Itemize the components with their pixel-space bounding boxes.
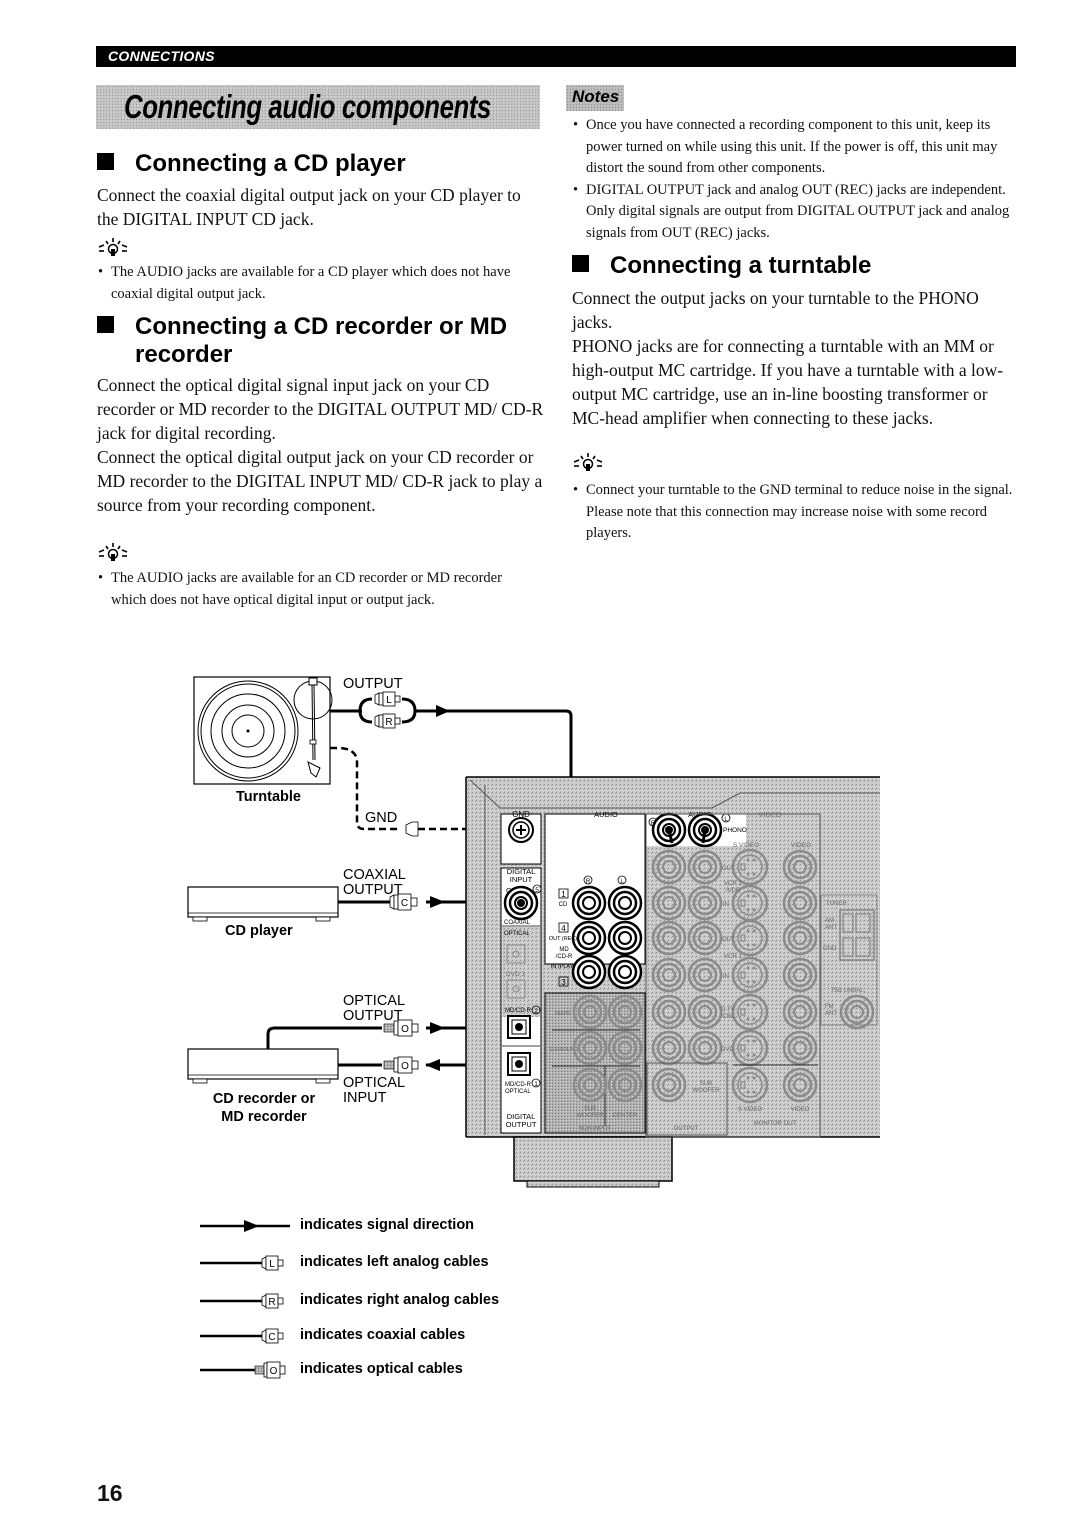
svg-text:IN (PLAY): IN (PLAY) — [551, 964, 576, 970]
svg-text:OPTICAL: OPTICAL — [505, 1089, 531, 1095]
svg-text:INPUT: INPUT — [510, 875, 533, 884]
connection-diagram: L R C O O GND DIGITAL INPUT 5 COAXIAL OP… — [187, 676, 880, 1379]
svg-text:WOOFER: WOOFER — [577, 1113, 605, 1119]
svg-text:AUDIO: AUDIO — [594, 810, 618, 819]
svg-text:OUT (REC): OUT (REC) — [549, 936, 577, 942]
svg-text:MD/CD-R: MD/CD-R — [505, 1082, 532, 1088]
svg-text:D.TV: D.TV — [721, 1007, 735, 1013]
svg-text:DVD: DVD — [721, 1047, 734, 1053]
svg-text:WOOFER: WOOFER — [693, 1088, 721, 1094]
svg-text:/CBL: /CBL — [721, 1014, 735, 1020]
legend-left-analog-plug-icon: L — [200, 1255, 284, 1271]
optical-output-label: OPTICAL OUTPUT — [343, 993, 406, 1024]
svg-text:ANT: ANT — [825, 1011, 837, 1017]
svg-text:MD/CD-R: MD/CD-R — [505, 1008, 532, 1014]
turntable-device — [193, 676, 333, 785]
cd-recorder-device — [187, 1022, 500, 1084]
svg-text:PHONO: PHONO — [723, 827, 747, 834]
svg-text:CD: CD — [559, 902, 568, 908]
cd-player-label: CD player — [225, 923, 293, 939]
svg-text:MAIN: MAIN — [555, 1011, 570, 1017]
plug-letter-o: O — [401, 1024, 409, 1035]
coaxial-output-label: COAXIAL OUTPUT — [343, 867, 406, 898]
svg-text:TUNER: TUNER — [826, 901, 847, 907]
svg-text:OUTPUT: OUTPUT — [674, 1126, 699, 1132]
svg-text:5: 5 — [535, 887, 539, 894]
gnd-label: GND — [365, 810, 398, 826]
turntable-label: Turntable — [236, 789, 301, 805]
legend-signal-direction-arrow-icon — [200, 1220, 290, 1232]
optical-plug-icon: O — [383, 1056, 419, 1074]
svg-text:OUTPUT: OUTPUT — [506, 1120, 537, 1129]
svg-text:OUT: OUT — [722, 937, 735, 943]
svg-text:IN: IN — [723, 974, 729, 980]
svg-text:1: 1 — [534, 1081, 538, 1088]
svg-text:DVD 3: DVD 3 — [506, 971, 526, 978]
plug-letter-r: R — [385, 717, 392, 728]
optical-input-label: OPTICAL INPUT — [343, 1075, 406, 1106]
svg-text:GND: GND — [823, 946, 837, 952]
svg-text:1: 1 — [561, 890, 566, 899]
svg-text:4: 4 — [561, 924, 566, 933]
svg-text:MD: MD — [559, 947, 569, 953]
svg-text:OUT: OUT — [722, 866, 735, 872]
page-number: 16 — [97, 1480, 123, 1506]
svg-text:R: R — [268, 1297, 275, 1308]
svg-text:ANT: ANT — [825, 925, 837, 931]
svg-text:S VIDEO: S VIDEO — [733, 842, 759, 849]
svg-text:S VIDEO: S VIDEO — [738, 1107, 763, 1113]
svg-text:3: 3 — [561, 978, 566, 987]
legend-left-analog: indicates left analog cables — [300, 1254, 489, 1270]
right-analog-plug-icon: R — [374, 713, 401, 729]
svg-text:MONITOR OUT: MONITOR OUT — [754, 1121, 797, 1127]
legend-right-analog-plug-icon: R — [200, 1293, 284, 1309]
left-analog-plug-icon: L — [374, 691, 401, 707]
cd-recorder-label: CD recorder or MD recorder — [212, 1091, 316, 1125]
svg-text:75Ω UNBAL.: 75Ω UNBAL. — [831, 988, 866, 994]
svg-text:/CD-R: /CD-R — [556, 954, 573, 960]
svg-text:VCR 1: VCR 1 — [724, 954, 742, 960]
svg-text:L: L — [269, 1259, 275, 1270]
legend-signal-direction: indicates signal direction — [300, 1217, 475, 1233]
svg-text:6CH INPUT: 6CH INPUT — [579, 1126, 611, 1132]
plug-letter-l: L — [386, 695, 392, 706]
svg-text:SUB: SUB — [584, 1106, 596, 1112]
svg-text:FM: FM — [825, 1004, 834, 1010]
svg-text:R: R — [586, 879, 591, 885]
svg-text:AM: AM — [825, 918, 834, 924]
legend-optical: indicates optical cables — [300, 1361, 463, 1377]
svg-text:VCR 2: VCR 2 — [724, 881, 742, 887]
svg-text:C: C — [268, 1332, 275, 1343]
svg-text:COAXIAL: COAXIAL — [504, 920, 531, 926]
svg-text:O: O — [270, 1366, 278, 1377]
svg-text:2: 2 — [534, 1008, 538, 1015]
turntable-output-label: OUTPUT — [343, 676, 403, 692]
legend-right-analog: indicates right analog cables — [300, 1292, 500, 1308]
svg-text:SUB: SUB — [700, 1081, 712, 1087]
legend-coaxial-plug-icon: C — [200, 1328, 284, 1344]
legend-optical-plug-icon: O — [200, 1361, 286, 1379]
receiver-rear-panel: GND DIGITAL INPUT CD 5 COAXIAL OPTICAL D… — [465, 776, 880, 1188]
svg-text:IN: IN — [723, 902, 729, 908]
legend-coaxial: indicates coaxial cables — [300, 1327, 466, 1343]
svg-text:VIDEO: VIDEO — [791, 842, 811, 849]
plug-letter-o: O — [401, 1061, 409, 1072]
svg-text:OPTICAL: OPTICAL — [504, 931, 530, 937]
svg-text:VIDEO: VIDEO — [791, 1107, 810, 1113]
svg-text:CENTER: CENTER — [613, 1113, 638, 1119]
svg-text:/VDR: /VDR — [726, 888, 741, 894]
plug-letter-c: C — [401, 898, 408, 909]
